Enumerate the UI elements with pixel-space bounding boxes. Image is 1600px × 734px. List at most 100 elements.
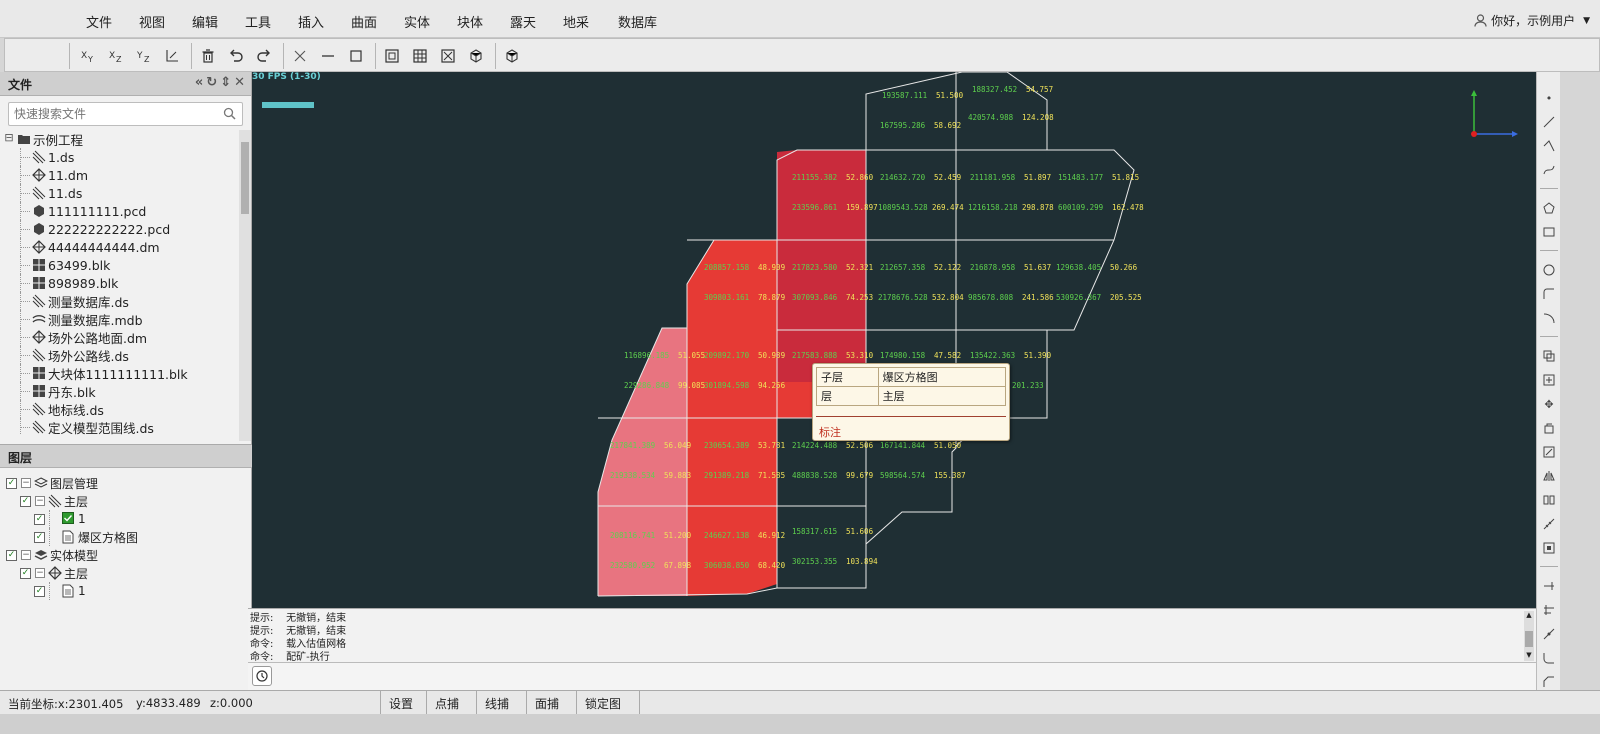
cube-rotate-button[interactable] <box>465 45 487 67</box>
curve-tool[interactable] <box>1541 162 1557 178</box>
redo-button[interactable] <box>253 45 275 67</box>
command-scrollbar[interactable]: ▲ ▼ <box>1524 611 1534 661</box>
polyline-tool[interactable] <box>1541 138 1557 154</box>
trim-tool[interactable] <box>1541 578 1557 594</box>
layer-item[interactable]: ✓ − 主层 <box>6 492 246 510</box>
scroll-down-icon[interactable]: ▼ <box>1524 651 1534 661</box>
point-snap-button[interactable]: 点捕捉 <box>426 691 476 728</box>
point-tool[interactable]: • <box>1541 90 1557 106</box>
file-item[interactable]: 场外公路地面.dm <box>4 328 240 346</box>
file-item[interactable]: 地标线.ds <box>4 400 240 418</box>
scale-tool[interactable] <box>1541 444 1557 460</box>
menu-edit[interactable]: 编辑 <box>192 12 218 31</box>
file-item[interactable]: 44444444444.dm <box>4 238 240 256</box>
arc-tool[interactable] <box>1541 286 1557 302</box>
rotate-tool[interactable] <box>1541 420 1557 436</box>
fillet-tool[interactable] <box>1541 650 1557 666</box>
layer-checkbox[interactable]: ✓ <box>20 495 31 507</box>
collapse-toggle-icon[interactable]: − <box>21 478 31 488</box>
file-item[interactable]: 63499.blk <box>4 256 240 274</box>
view-xy-button[interactable]: XY <box>77 45 99 67</box>
collapse-toggle-icon[interactable]: ⊟ <box>4 132 14 144</box>
layer-item[interactable]: ✓ 爆区方格图 <box>6 528 246 546</box>
menu-surface[interactable]: 曲面 <box>351 12 377 31</box>
delete-button[interactable] <box>197 45 219 67</box>
menu-tools[interactable]: 工具 <box>245 12 271 31</box>
menu-database[interactable]: 数据库 <box>618 12 657 31</box>
layer-item[interactable]: ✓ 1 <box>6 510 246 528</box>
expand-toggle-icon[interactable]: ⇕ <box>220 75 231 90</box>
user-menu[interactable]: 你好，示例用户 ▼ <box>1474 12 1590 29</box>
view-yz-button[interactable]: YZ <box>133 45 155 67</box>
undo-button[interactable] <box>225 45 247 67</box>
file-item[interactable]: 定义模型范围线.ds <box>4 418 240 435</box>
command-history-button[interactable] <box>252 666 272 686</box>
menu-view[interactable]: 视图 <box>139 12 165 31</box>
move-tool[interactable]: ✥ <box>1541 396 1557 412</box>
file-item[interactable]: 测量数据库.ds <box>4 292 240 310</box>
cross-button[interactable] <box>289 45 311 67</box>
add-tool[interactable] <box>1541 372 1557 388</box>
grid-x-button[interactable] <box>437 45 459 67</box>
file-item[interactable]: 111111111.pcd <box>4 202 240 220</box>
file-item[interactable]: 丹东.blk <box>4 382 240 400</box>
polygon-tool[interactable] <box>1541 200 1557 216</box>
layer-item[interactable]: ✓ 1 <box>6 582 246 600</box>
rect-button[interactable] <box>345 45 367 67</box>
menu-underground[interactable]: 地采 <box>563 12 589 31</box>
lock-layer-button[interactable]: 锁定图层 <box>576 691 640 728</box>
file-item[interactable]: 大块体1111111111.blk <box>4 364 240 382</box>
split-tool[interactable] <box>1541 492 1557 508</box>
file-item[interactable]: 11.dm <box>4 166 240 184</box>
measure-tool[interactable] <box>1541 516 1557 532</box>
scroll-up-icon[interactable]: ▲ <box>1524 611 1534 621</box>
search-icon[interactable] <box>223 107 236 120</box>
extend-tool[interactable] <box>1541 602 1557 618</box>
collapse-left-icon[interactable]: « <box>195 75 203 90</box>
menu-solid[interactable]: 实体 <box>404 12 430 31</box>
layer-checkbox[interactable]: ✓ <box>34 531 45 543</box>
line-snap-button[interactable]: 线捕捉 <box>476 691 526 728</box>
menu-block[interactable]: 块体 <box>457 12 483 31</box>
view-axis-button[interactable] <box>161 45 183 67</box>
file-item[interactable]: 1.ds <box>4 148 240 166</box>
layer-checkbox[interactable]: ✓ <box>34 513 45 525</box>
menu-openpit[interactable]: 露天 <box>510 12 536 31</box>
layer-checkbox[interactable]: ✓ <box>34 585 45 597</box>
mirror-tool[interactable] <box>1541 468 1557 484</box>
tree-root-folder[interactable]: ⊟ 示例工程 <box>4 130 240 148</box>
layer-checkbox[interactable]: ✓ <box>6 477 17 489</box>
file-item[interactable]: 测量数据库.mdb <box>4 310 240 328</box>
face-snap-button[interactable]: 面捕捉 <box>526 691 576 728</box>
layer-item[interactable]: ✓ − 主层 <box>6 564 246 582</box>
grid-button[interactable] <box>409 45 431 67</box>
chamfer-tool[interactable] <box>1541 674 1557 690</box>
file-item[interactable]: 场外公路线.ds <box>4 346 240 364</box>
collapse-toggle-icon[interactable]: − <box>35 496 45 506</box>
line-button[interactable] <box>317 45 339 67</box>
scrollbar-thumb[interactable] <box>241 142 249 214</box>
file-item[interactable]: 11.ds <box>4 184 240 202</box>
grid-box-button[interactable] <box>381 45 403 67</box>
box-tool[interactable] <box>1541 540 1557 556</box>
view-xz-button[interactable]: XZ <box>105 45 127 67</box>
layer-item[interactable]: ✓ − 实体模型 <box>6 546 246 564</box>
circle-tool[interactable] <box>1541 262 1557 278</box>
menu-file[interactable]: 文件 <box>86 12 112 31</box>
line-tool[interactable] <box>1541 114 1557 130</box>
refresh-icon[interactable]: ↻ <box>206 75 217 90</box>
rect-tool[interactable] <box>1541 224 1557 240</box>
close-icon[interactable]: ✕ <box>234 75 245 90</box>
collapse-toggle-icon[interactable]: − <box>35 568 45 578</box>
menu-insert[interactable]: 插入 <box>298 12 324 31</box>
3d-viewport[interactable]: 30 FPS (1-30) 193587.111 51.500 188327.452… <box>252 72 1536 608</box>
layer-checkbox[interactable]: ✓ <box>6 549 17 561</box>
file-search-input[interactable] <box>9 103 209 125</box>
layer-item[interactable]: ✓ − 图层管理 <box>6 474 246 492</box>
layer-checkbox[interactable]: ✓ <box>20 567 31 579</box>
break-tool[interactable] <box>1541 626 1557 642</box>
collapse-toggle-icon[interactable]: − <box>21 550 31 560</box>
file-item[interactable]: 898989.blk <box>4 274 240 292</box>
scrollbar-thumb[interactable] <box>1525 631 1533 647</box>
file-item[interactable]: 222222222222.pcd <box>4 220 240 238</box>
